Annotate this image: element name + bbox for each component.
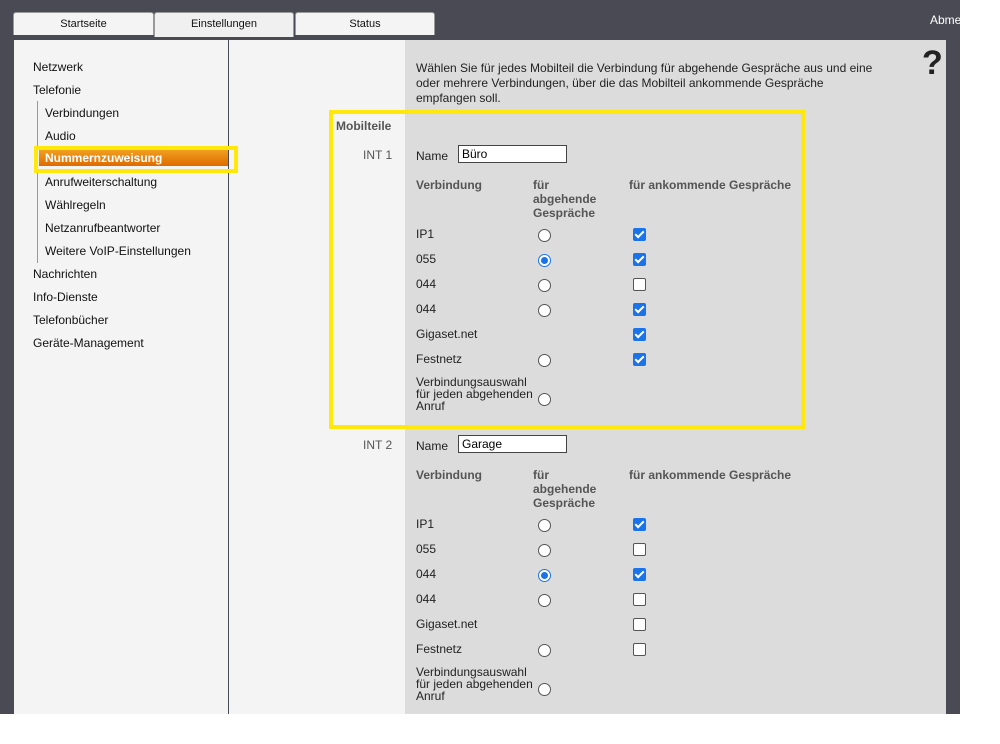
tab-status[interactable]: Status — [295, 12, 435, 35]
nav-telefonbuecher[interactable]: Telefonbücher — [33, 313, 108, 327]
connection-label: IP1 — [416, 517, 435, 531]
help-icon[interactable]: ? — [922, 44, 943, 83]
outgoing-radio[interactable] — [538, 544, 551, 557]
nav-sub-divider — [37, 101, 38, 263]
incoming-checkbox[interactable] — [633, 618, 646, 631]
connection-label: 044 — [416, 592, 437, 606]
outgoing-radio[interactable] — [538, 594, 551, 607]
column-header-connection: Verbindung — [416, 468, 482, 482]
name-label: Name — [416, 439, 449, 453]
nav-geraete-management[interactable]: Geräte-Management — [33, 336, 144, 350]
nav-waehlregeln[interactable]: Wählregeln — [45, 198, 106, 212]
incoming-checkbox[interactable] — [633, 518, 646, 531]
column-header-outgoing: für abgehende Gespräche — [533, 468, 597, 510]
incoming-checkbox[interactable] — [633, 543, 646, 556]
selection-highlight — [34, 146, 238, 173]
nav-netzanrufbeantworter[interactable]: Netzanrufbeantworter — [45, 221, 160, 235]
incoming-checkbox[interactable] — [633, 568, 646, 581]
nav-info-dienste[interactable]: Info-Dienste — [33, 290, 98, 304]
connection-label: Gigaset.net — [416, 617, 478, 631]
nav-anrufweiterschaltung[interactable]: Anrufweiterschaltung — [45, 175, 157, 189]
nav-audio[interactable]: Audio — [45, 129, 76, 143]
nav-nachrichten[interactable]: Nachrichten — [33, 267, 97, 281]
tab-einstellungen[interactable]: Einstellungen — [154, 12, 294, 37]
connection-label: Festnetz — [416, 642, 463, 656]
outgoing-radio[interactable] — [538, 569, 551, 582]
incoming-checkbox[interactable] — [633, 643, 646, 656]
nav-telefonie[interactable]: Telefonie — [33, 83, 81, 97]
connection-label: 055 — [416, 542, 437, 556]
handset-id: INT 2 — [363, 438, 393, 452]
outgoing-radio[interactable] — [538, 644, 551, 657]
connection-label: Verbindungsauswahl für jeden abgehenden … — [416, 665, 533, 703]
nav-netzwerk[interactable]: Netzwerk — [33, 60, 83, 74]
column-header-incoming: für ankommende Gespräche — [629, 468, 792, 482]
section-highlight — [329, 110, 805, 429]
outgoing-radio[interactable] — [538, 519, 551, 532]
intro-text: Wählen Sie für jedes Mobilteil die Verbi… — [416, 61, 873, 105]
logout-link[interactable]: Abmelden — [930, 13, 984, 27]
incoming-checkbox[interactable] — [633, 593, 646, 606]
connection-label: 044 — [416, 567, 437, 581]
handset-name-input[interactable] — [458, 435, 567, 453]
nav-weitere-voip[interactable]: Weitere VoIP-Einstellungen — [45, 244, 191, 258]
nav-verbindungen[interactable]: Verbindungen — [45, 106, 119, 120]
outgoing-radio[interactable] — [538, 683, 551, 696]
tab-startseite[interactable]: Startseite — [13, 12, 154, 35]
